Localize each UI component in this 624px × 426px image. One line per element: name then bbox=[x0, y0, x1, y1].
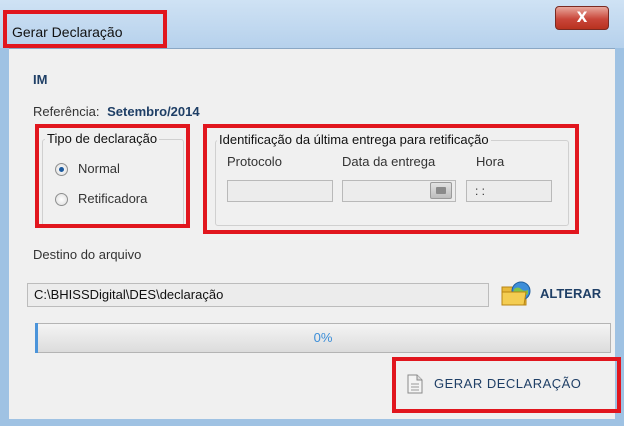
im-label: IM bbox=[33, 72, 48, 87]
alterar-label: ALTERAR bbox=[540, 286, 602, 301]
highlight-gerar bbox=[392, 357, 621, 413]
progress-bar: 0% bbox=[35, 323, 611, 353]
dialog-window: Gerar Declaração X IM Referência: Setemb… bbox=[0, 0, 624, 426]
reference-row: Referência: Setembro/2014 bbox=[33, 104, 200, 119]
close-button[interactable]: X bbox=[555, 6, 609, 30]
highlight-title bbox=[3, 10, 167, 48]
highlight-tipo bbox=[35, 124, 190, 228]
destino-path-value: C:\BHISSDigital\DES\declaração bbox=[34, 287, 224, 302]
progress-start-marker bbox=[35, 323, 38, 353]
destino-label: Destino do arquivo bbox=[33, 247, 142, 262]
alterar-button[interactable]: ALTERAR bbox=[500, 277, 608, 311]
destino-path-field[interactable]: C:\BHISSDigital\DES\declaração bbox=[27, 283, 489, 307]
reference-label: Referência: bbox=[33, 104, 100, 119]
close-icon: X bbox=[576, 10, 588, 26]
reference-value: Setembro/2014 bbox=[107, 104, 200, 119]
highlight-identificacao bbox=[203, 124, 579, 234]
progress-text: 0% bbox=[313, 330, 333, 345]
folder-globe-icon bbox=[501, 281, 531, 306]
